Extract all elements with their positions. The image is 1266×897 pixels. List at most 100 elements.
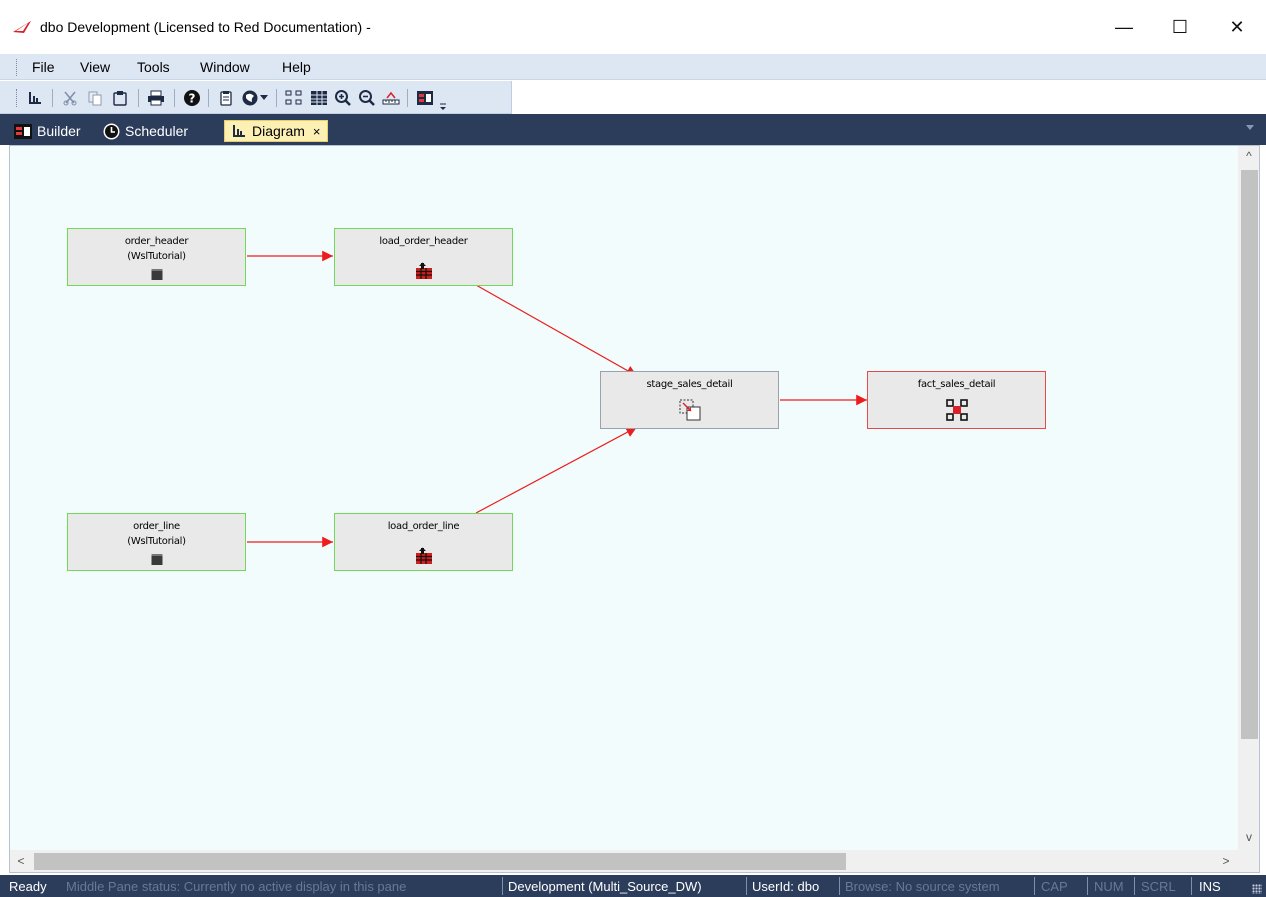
stage-table-icon	[679, 399, 700, 421]
toolbar-separator	[174, 89, 175, 107]
app-logo-icon	[13, 21, 31, 33]
node-load-order-header-name: load_order_header	[379, 236, 468, 247]
menu-help[interactable]: Help	[282, 59, 311, 75]
tab-builder[interactable]: Builder	[14, 120, 81, 142]
node-order-line[interactable]: order_line (WslTutorial)	[67, 513, 246, 571]
svg-text:?: ?	[189, 92, 196, 106]
toolbar-separator	[407, 89, 408, 107]
scroll-left-button[interactable]: <	[10, 854, 32, 868]
tab-list-chevron-down-icon[interactable]	[1246, 125, 1254, 130]
status-user-id: UserId: dbo	[752, 879, 820, 894]
tab-diagram[interactable]: Diagram ×	[224, 120, 328, 142]
tab-scheduler-label: Scheduler	[125, 123, 189, 139]
toolbar: ?	[0, 81, 512, 114]
diagram-canvas[interactable]: order_header (WslTutorial) load_order_he…	[9, 145, 1260, 873]
horizontal-scroll-thumb[interactable]	[34, 853, 846, 870]
layout-icon[interactable]	[284, 88, 304, 108]
tab-builder-label: Builder	[37, 123, 81, 139]
vertical-scroll-thumb[interactable]	[1241, 170, 1258, 739]
window-title: dbo Development (Licensed to Red Documen…	[40, 19, 371, 35]
status-cap: CAP	[1041, 879, 1068, 894]
toolbar-separator	[52, 89, 53, 107]
toolbar-grip[interactable]	[16, 89, 19, 107]
copy-icon[interactable]	[85, 88, 105, 108]
load-table-icon	[415, 262, 432, 279]
status-separator	[1191, 877, 1192, 895]
status-separator	[839, 877, 840, 895]
ruler-icon[interactable]	[381, 88, 401, 108]
status-separator	[502, 877, 503, 895]
node-load-order-line-name: load_order_line	[387, 521, 460, 532]
tab-diagram-close-icon[interactable]: ×	[313, 124, 321, 139]
window-resize-grip[interactable]	[1252, 884, 1262, 894]
status-browse: Browse: No source system	[845, 879, 1000, 894]
node-fact-sales-detail[interactable]: fact_sales_detail	[867, 371, 1046, 429]
scroll-right-button[interactable]: >	[1215, 854, 1237, 868]
fact-table-icon	[945, 399, 968, 421]
menu-window[interactable]: Window	[200, 59, 250, 75]
menu-tools[interactable]: Tools	[137, 59, 170, 75]
dropdown-arrow-icon[interactable]	[258, 88, 270, 108]
menu-grip[interactable]	[16, 59, 19, 76]
menu-file[interactable]: File	[32, 59, 55, 75]
diagram-tab-icon	[233, 125, 245, 137]
node-stage-sales-detail[interactable]: stage_sales_detail	[600, 371, 779, 429]
node-stage-sales-detail-name: stage_sales_detail	[646, 379, 733, 390]
vertical-scrollbar[interactable]: ^ v	[1238, 146, 1259, 850]
status-connection: Development (Multi_Source_DW)	[508, 879, 702, 894]
paste-icon[interactable]	[110, 88, 130, 108]
help-icon[interactable]: ?	[182, 88, 202, 108]
edge-load-order-line-to-stage-sales-detail	[475, 426, 638, 514]
status-middle-pane: Middle Pane status: Currently no active …	[66, 879, 407, 894]
zoom-out-icon[interactable]	[357, 88, 377, 108]
title-bar: dbo Development (Licensed to Red Documen…	[0, 0, 1266, 54]
builder-icon[interactable]	[415, 88, 435, 108]
node-order-header-connection: (WslTutorial)	[127, 251, 186, 262]
close-button[interactable]: ✕	[1208, 0, 1266, 54]
node-order-header[interactable]: order_header (WslTutorial)	[67, 228, 246, 286]
zoom-in-icon[interactable]	[333, 88, 353, 108]
toolbar-separator	[138, 89, 139, 107]
properties-icon[interactable]	[216, 88, 236, 108]
document-tab-strip: Builder Scheduler Diagram ×	[0, 114, 1266, 145]
load-table-icon	[415, 547, 432, 564]
node-load-order-header[interactable]: load_order_header	[334, 228, 513, 286]
node-load-order-line[interactable]: load_order_line	[334, 513, 513, 571]
status-bar: Ready Middle Pane status: Currently no a…	[0, 875, 1266, 897]
status-num: NUM	[1094, 879, 1124, 894]
toolbar-separator	[276, 89, 277, 107]
builder-tab-icon	[14, 123, 32, 139]
clock-icon	[103, 123, 120, 139]
node-order-header-name: order_header	[124, 236, 189, 247]
menu-bar: File View Tools Window Help	[0, 54, 1266, 80]
status-separator	[1034, 877, 1035, 895]
minimize-button[interactable]: —	[1095, 0, 1153, 54]
toolbar-separator	[208, 89, 209, 107]
status-separator	[1087, 877, 1088, 895]
scroll-corner	[1238, 850, 1259, 872]
diagram-icon[interactable]	[25, 88, 45, 108]
maximize-button[interactable]: ☐	[1151, 0, 1209, 54]
print-icon[interactable]	[146, 88, 166, 108]
status-scrl: SCRL	[1141, 879, 1176, 894]
globe-icon[interactable]	[240, 88, 260, 108]
tab-diagram-label: Diagram	[252, 123, 305, 139]
grid-icon[interactable]	[309, 88, 329, 108]
source-table-icon	[151, 269, 162, 280]
edge-load-order-header-to-stage-sales-detail	[475, 284, 638, 377]
status-ins: INS	[1199, 879, 1221, 894]
horizontal-scrollbar[interactable]: < >	[10, 850, 1238, 872]
status-separator	[1134, 877, 1135, 895]
node-fact-sales-detail-name: fact_sales_detail	[917, 379, 996, 390]
node-order-line-name: order_line	[133, 521, 180, 532]
tab-scheduler[interactable]: Scheduler	[103, 120, 188, 142]
source-table-icon	[151, 554, 162, 565]
status-ready: Ready	[9, 879, 47, 894]
node-order-line-connection: (WslTutorial)	[127, 536, 186, 547]
scroll-up-button[interactable]: ^	[1238, 149, 1259, 163]
status-separator	[746, 877, 747, 895]
menu-view[interactable]: View	[80, 59, 110, 75]
toolbar-empty-area	[513, 81, 1266, 114]
cut-icon[interactable]	[60, 88, 80, 108]
scroll-down-button[interactable]: v	[1238, 830, 1259, 844]
